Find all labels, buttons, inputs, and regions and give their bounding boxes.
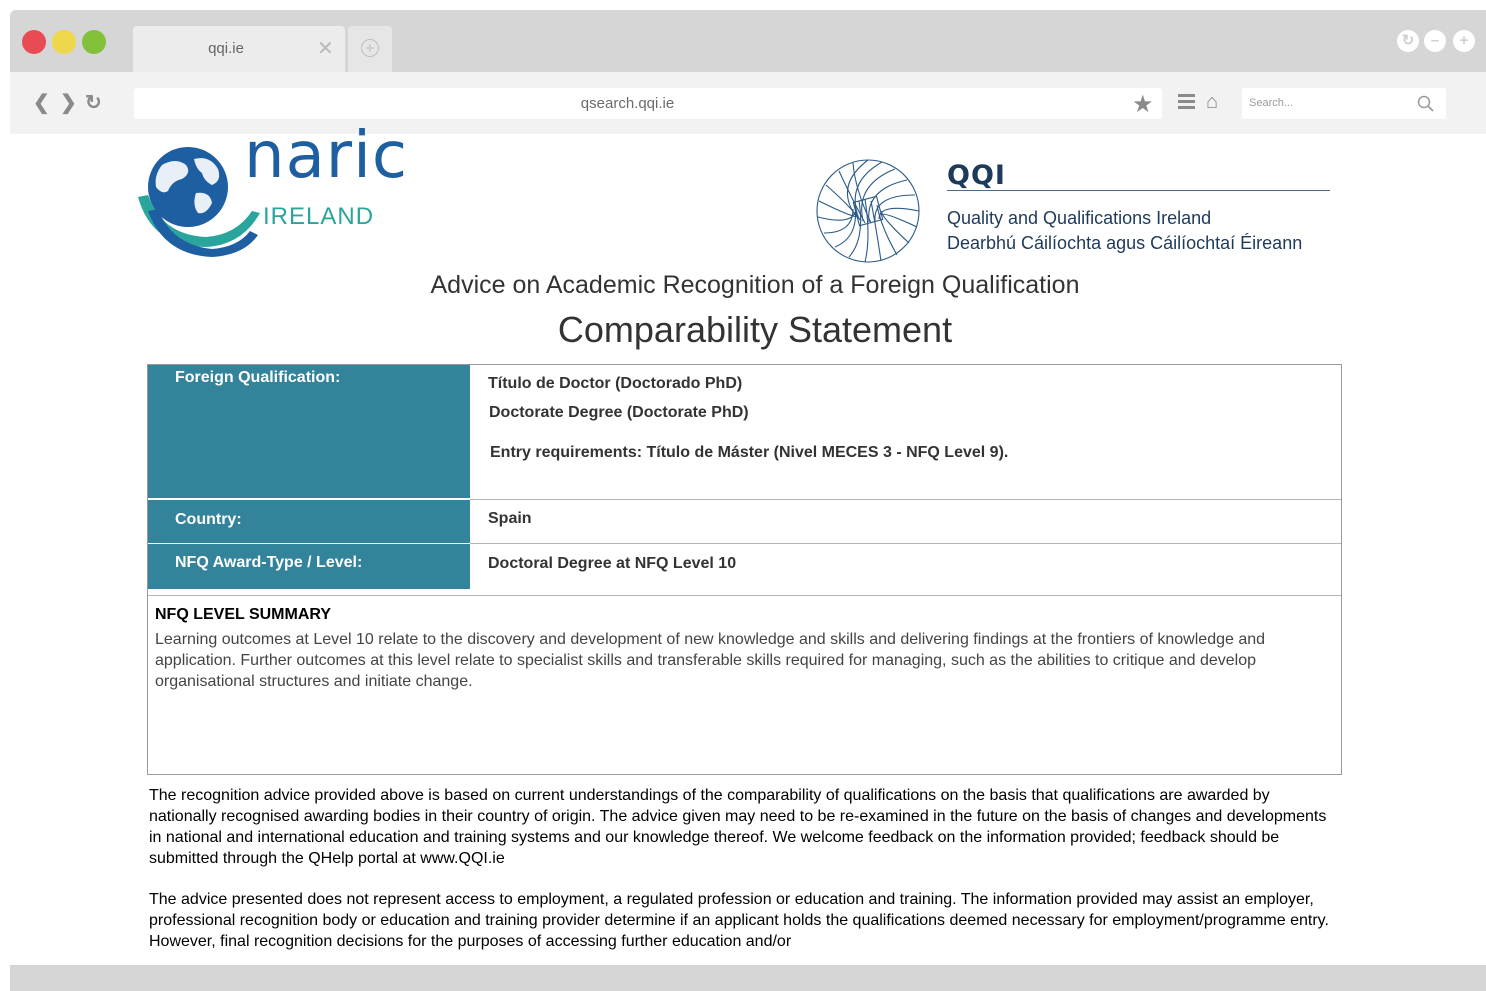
qqi-divider	[947, 190, 1330, 191]
nfq-value: Doctoral Degree at NFQ Level 10	[488, 555, 737, 572]
reload-icon[interactable]: ↻	[85, 90, 102, 115]
browser-toolbar: ❮ ❯ ↻ qsearch.qqi.ie ★ ⌂ Search...	[10, 72, 1486, 134]
browser-status-bar	[10, 965, 1486, 991]
restore-icon[interactable]: ↻	[1397, 30, 1419, 52]
naric-wordmark: naric	[244, 119, 409, 193]
home-icon[interactable]: ⌂	[1206, 91, 1218, 114]
nfq-label: NFQ Award-Type / Level:	[175, 554, 363, 571]
globe-icon	[138, 147, 260, 257]
search-placeholder: Search...	[1249, 97, 1294, 109]
row-divider	[470, 543, 1341, 544]
tab-title: qqi.ie	[208, 40, 244, 57]
star-icon[interactable]: ★	[1132, 90, 1154, 119]
naric-ireland-logo: naric IRELAND	[132, 119, 407, 260]
summary-text: Learning outcomes at Level 10 relate to …	[155, 631, 1266, 690]
forward-icon[interactable]: ❯	[60, 90, 77, 115]
browser-tab[interactable]: qqi.ie ✕	[133, 26, 345, 72]
qualification-title-en: Doctorate Degree (Doctorate PhD)	[489, 404, 749, 421]
foreign-qualification-label: Foreign Qualification:	[175, 369, 341, 386]
plus-icon: +	[361, 39, 379, 57]
entry-requirements: Entry requirements: Título de Máster (Ni…	[490, 444, 1009, 461]
nfq-label-cell: NFQ Award-Type / Level:	[148, 544, 470, 589]
qualification-title-es: Título de Doctor (Doctorado PhD)	[488, 375, 743, 392]
qqi-spiral-icon	[816, 159, 920, 263]
country-label-cell: Country:	[148, 500, 470, 543]
page-heading: Advice on Academic Recognition of a Fore…	[430, 271, 1080, 299]
url-text: qsearch.qqi.ie	[580, 95, 675, 112]
tab-close-icon[interactable]: ✕	[317, 36, 334, 61]
qqi-irish-name: Dearbhú Cáilíochta agus Cáilíochtaí Éire…	[947, 233, 1303, 253]
disclaimer-paragraph: The recognition advice provided above is…	[149, 787, 1327, 867]
search-input[interactable]: Search...	[1242, 88, 1446, 119]
browser-titlebar: qqi.ie ✕ + ↻ – + ❮ ❯ ↻ qsearch.qqi.ie ★ …	[10, 10, 1486, 134]
maximize-window-button[interactable]	[82, 30, 106, 54]
qqi-english-name: Quality and Qualifications Ireland	[947, 208, 1212, 228]
address-bar[interactable]: qsearch.qqi.ie ★	[134, 88, 1162, 119]
plus-circle-icon[interactable]: +	[1453, 30, 1475, 52]
back-icon[interactable]: ❮	[33, 90, 50, 115]
country-value: Spain	[488, 510, 532, 527]
search-icon	[1417, 95, 1434, 112]
foreign-qualification-label-cell: Foreign Qualification:	[148, 365, 470, 498]
minimize-icon[interactable]: –	[1424, 30, 1446, 52]
page-title: Comparability Statement	[557, 309, 953, 350]
summary-title: NFQ LEVEL SUMMARY	[155, 606, 332, 623]
disclaimer-paragraph: The advice presented does not represent …	[149, 891, 1329, 950]
country-label: Country:	[175, 511, 242, 528]
naric-subtitle: IRELAND	[263, 203, 375, 230]
minimize-window-button[interactable]	[52, 30, 76, 54]
qqi-wordmark: QQI	[947, 160, 1006, 191]
close-window-button[interactable]	[22, 30, 46, 54]
comparability-table: Foreign Qualification: Título de Doctor …	[147, 364, 1342, 775]
new-tab-button[interactable]: +	[348, 26, 392, 72]
row-divider	[470, 499, 1341, 500]
menu-icon[interactable]	[1178, 94, 1195, 110]
summary-divider	[148, 595, 1341, 596]
